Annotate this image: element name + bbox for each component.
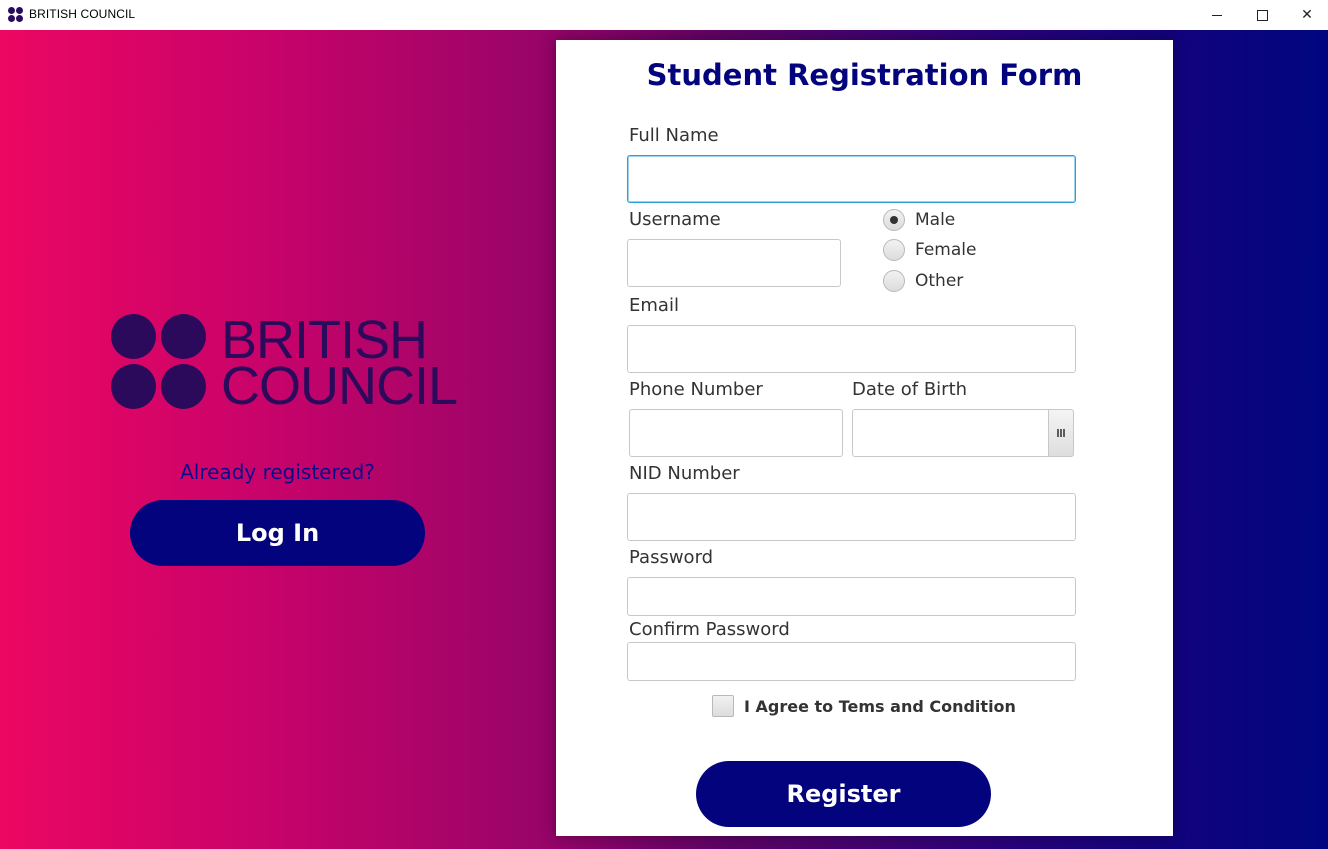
agree-checkbox[interactable] [712, 695, 734, 717]
british-council-logo: BRITISH COUNCIL [111, 313, 458, 413]
calendar-icon [1056, 429, 1066, 437]
radio-female[interactable] [883, 239, 905, 261]
window-title: BRITISH COUNCIL [29, 7, 136, 21]
full-name-label: Full Name [629, 125, 719, 146]
full-name-input[interactable] [627, 155, 1076, 203]
nid-label: NID Number [629, 463, 740, 484]
logo-dot [111, 314, 156, 359]
phone-label: Phone Number [629, 379, 763, 400]
minimize-button[interactable] [1194, 0, 1240, 30]
already-registered-text: Already registered? [180, 460, 375, 484]
logo-dot [161, 364, 206, 409]
dob-input[interactable] [852, 409, 1050, 457]
window-titlebar: BRITISH COUNCIL ✕ [0, 0, 1328, 30]
logo-dot [161, 314, 206, 359]
radio-male[interactable] [883, 209, 905, 231]
gender-radio-other[interactable]: Other [883, 270, 963, 292]
radio-male-label: Male [915, 210, 956, 230]
minimize-icon [1212, 14, 1222, 16]
password-input[interactable] [627, 577, 1076, 616]
radio-other-label: Other [915, 271, 964, 291]
form-title: Student Registration Form [646, 58, 1083, 92]
close-icon: ✕ [1301, 7, 1313, 23]
registration-form-card: Student Registration Form Full Name User… [556, 40, 1173, 836]
date-picker-button[interactable] [1048, 409, 1074, 457]
logo-dot [111, 364, 156, 409]
password-label: Password [629, 547, 714, 568]
confirm-password-label: Confirm Password [629, 619, 790, 640]
phone-input[interactable] [629, 409, 843, 457]
agree-label: I Agree to Tems and Condition [744, 697, 1016, 716]
maximize-button[interactable] [1239, 0, 1285, 30]
login-button[interactable]: Log In [130, 500, 425, 566]
username-label: Username [629, 209, 721, 230]
register-button[interactable]: Register [696, 761, 991, 827]
radio-female-label: Female [915, 240, 977, 260]
email-label: Email [629, 295, 679, 316]
close-button[interactable]: ✕ [1284, 0, 1328, 30]
confirm-password-input[interactable] [627, 642, 1076, 681]
maximize-icon [1256, 9, 1268, 21]
logo-word-council: COUNCIL [221, 356, 458, 416]
radio-other[interactable] [883, 270, 905, 292]
british-council-app-icon [8, 7, 24, 23]
nid-input[interactable] [627, 493, 1076, 541]
gender-radio-male[interactable]: Male [883, 209, 955, 231]
dob-label: Date of Birth [852, 379, 968, 400]
username-input[interactable] [627, 239, 841, 287]
email-input[interactable] [627, 325, 1076, 373]
gender-radio-female[interactable]: Female [883, 239, 976, 261]
